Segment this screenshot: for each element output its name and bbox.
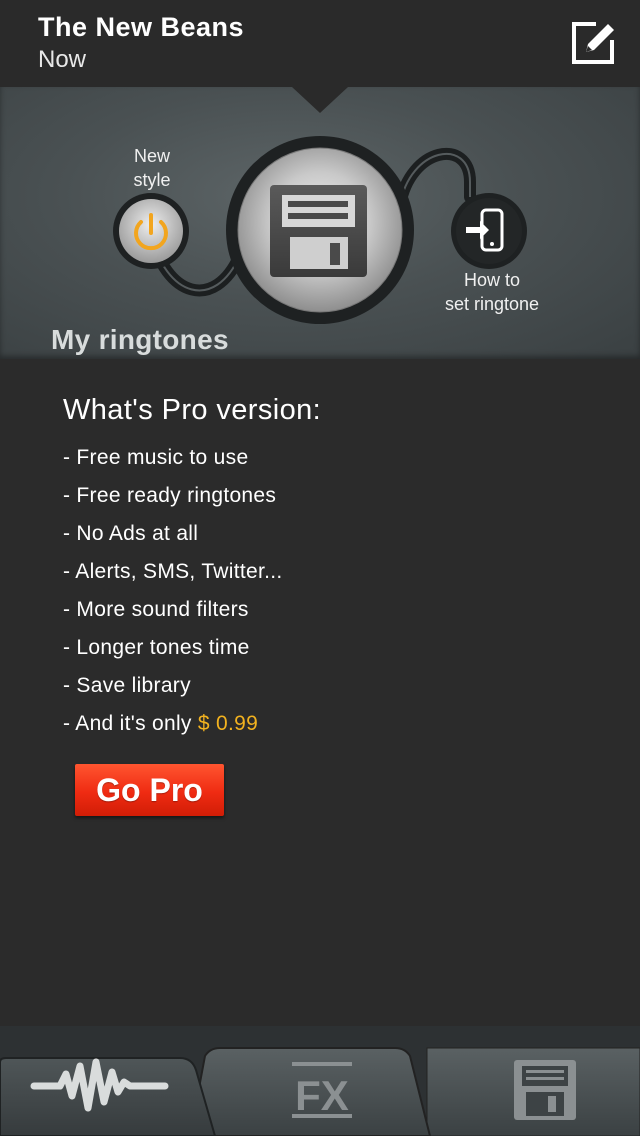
- edit-button[interactable]: [566, 16, 620, 70]
- feature-item: - Alerts, SMS, Twitter...: [63, 560, 283, 583]
- price-prefix: - And it's only: [63, 712, 198, 735]
- feature-item: - Free ready ringtones: [63, 484, 277, 507]
- tab-save[interactable]: [427, 1046, 640, 1136]
- feature-item: - Free music to use: [63, 446, 249, 469]
- new-style-label: New style: [112, 144, 192, 192]
- go-pro-button[interactable]: Go Pro: [75, 764, 224, 816]
- song-subtitle: Now: [38, 46, 87, 73]
- feature-list: - Free music to use - Free ready rington…: [63, 444, 283, 748]
- tab-recorder[interactable]: [0, 1046, 215, 1136]
- compose-icon: [572, 22, 614, 64]
- section-title[interactable]: My ringtones: [51, 324, 229, 356]
- tab-fx[interactable]: [215, 1046, 427, 1136]
- feature-item: - No Ads at all: [63, 522, 199, 545]
- save-ringtone-button[interactable]: [236, 146, 404, 314]
- feature-item: - Save library: [63, 674, 191, 697]
- header: The New Beans Now: [0, 0, 640, 87]
- new-style-button[interactable]: [114, 194, 188, 268]
- feature-item-price: - And it's only $ 0.99: [63, 710, 283, 748]
- song-title: The New Beans: [38, 12, 245, 42]
- feature-item: - Longer tones time: [63, 636, 250, 659]
- pro-title: What's Pro version:: [63, 394, 322, 426]
- how-to-label: How to set ringtone: [420, 268, 564, 316]
- how-to-text: How to set ringtone: [444, 270, 540, 314]
- price-value: $ 0.99: [197, 712, 259, 735]
- feature-item: - More sound filters: [63, 598, 249, 621]
- how-to-button[interactable]: [452, 194, 526, 268]
- new-style-text: New style: [133, 146, 171, 190]
